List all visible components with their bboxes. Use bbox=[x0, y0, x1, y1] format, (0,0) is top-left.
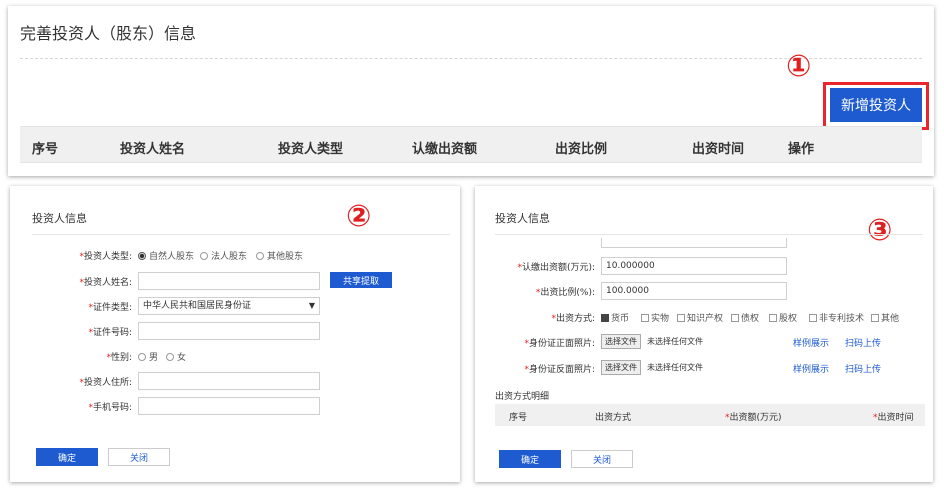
cert-type-row: *证件类型: 中华人民共和国居民身份证 ▼ bbox=[10, 297, 460, 315]
investor-name-input[interactable] bbox=[138, 272, 320, 290]
investor-form-panel-natural: 投资人信息 ② *投资人类型: 自然人股东 法人股东 其他股东 *投资人姓名: … bbox=[10, 186, 460, 482]
step-marker-3: ③ bbox=[867, 213, 893, 248]
phone-label: *手机号码: bbox=[88, 403, 132, 413]
column-header-time: 出资时间 bbox=[692, 142, 745, 157]
investor-name-label: *投资人姓名: bbox=[79, 278, 132, 288]
gender-label: *性别: bbox=[106, 353, 132, 363]
method-row: *出资方式: 货币 实物 知识产权 债权 股权 非专利技术 其他 bbox=[475, 308, 933, 326]
id-back-sample-link[interactable]: 样例展示 bbox=[793, 362, 829, 375]
radio-female[interactable]: 女 bbox=[166, 350, 186, 363]
investor-form-panel-contribution: 投资人信息 ③ *认缴出资额(万元): 10.000000 *出资比例(%): … bbox=[475, 186, 933, 482]
investor-name-row: *投资人姓名: 共享提取 bbox=[10, 272, 460, 290]
confirm-button[interactable]: 确定 bbox=[36, 448, 98, 466]
id-back-label: *身份证反面照片: bbox=[524, 365, 595, 375]
column-header-type: 投资人类型 bbox=[278, 142, 344, 157]
investor-type-row: *投资人类型: 自然人股东 法人股东 其他股东 bbox=[10, 246, 460, 264]
step-marker-2: ② bbox=[346, 199, 372, 234]
cert-number-row: *证件号码: bbox=[10, 322, 460, 340]
section-title: 投资人信息 bbox=[32, 212, 87, 225]
ratio-row: *出资比例(%): 100.0000 bbox=[475, 282, 933, 300]
page-title: 完善投资人（股东）信息 bbox=[20, 24, 197, 43]
cert-type-value: 中华人民共和国居民身份证 bbox=[143, 301, 252, 311]
step-marker-1: ① bbox=[786, 49, 812, 84]
id-front-file-button[interactable]: 选择文件 bbox=[601, 334, 641, 349]
column-header-ratio: 出资比例 bbox=[555, 142, 608, 157]
id-front-label: *身份证正面照片: bbox=[524, 339, 595, 349]
column-header-actions: 操作 bbox=[788, 142, 815, 157]
ratio-input[interactable]: 100.0000 bbox=[601, 282, 787, 300]
cert-number-label: *证件号码: bbox=[88, 328, 132, 338]
address-label: *投资人住所: bbox=[79, 378, 132, 388]
close-button[interactable]: 关闭 bbox=[571, 450, 633, 468]
checkbox-material[interactable]: 实物 bbox=[641, 311, 669, 324]
section-title: 投资人信息 bbox=[495, 212, 550, 225]
detail-table-header: 序号 出资方式 *出资额(万元) *出资时间 bbox=[495, 404, 925, 426]
ratio-label: *出资比例(%): bbox=[535, 288, 595, 298]
id-back-row: *身份证反面照片: 选择文件 未选择任何文件 样例展示 扫码上传 bbox=[475, 359, 933, 377]
radio-male[interactable]: 男 bbox=[138, 350, 158, 363]
checkbox-other[interactable]: 其他 bbox=[871, 311, 899, 324]
detail-column-method: 出资方式 bbox=[595, 413, 632, 423]
divider bbox=[495, 234, 923, 235]
checkbox-currency[interactable]: 货币 bbox=[601, 311, 629, 324]
address-row: *投资人住所: bbox=[10, 372, 460, 390]
checkbox-nonpatent[interactable]: 非专利技术 bbox=[809, 311, 864, 324]
cert-type-select[interactable]: 中华人民共和国居民身份证 ▼ bbox=[138, 297, 320, 315]
divider bbox=[32, 234, 450, 235]
id-back-file-button[interactable]: 选择文件 bbox=[601, 360, 641, 375]
phone-row: *手机号码: bbox=[10, 397, 460, 415]
subscribed-amount-row: *认缴出资额(万元): 10.000000 bbox=[475, 257, 933, 275]
column-header-amount: 认缴出资额 bbox=[412, 142, 478, 157]
radio-other-shareholder[interactable]: 其他股东 bbox=[256, 249, 303, 262]
column-header-name: 投资人姓名 bbox=[120, 142, 186, 157]
checkbox-ip[interactable]: 知识产权 bbox=[677, 311, 723, 324]
detail-column-time: *出资时间 bbox=[873, 413, 914, 423]
scrolled-input-edge bbox=[601, 238, 787, 248]
add-investor-button[interactable]: 新增投资人 bbox=[830, 88, 922, 122]
address-input[interactable] bbox=[138, 372, 320, 390]
column-header-index: 序号 bbox=[32, 142, 59, 157]
id-front-file-text: 未选择任何文件 bbox=[647, 337, 703, 346]
checkbox-debt[interactable]: 债权 bbox=[731, 311, 759, 324]
share-extract-button[interactable]: 共享提取 bbox=[330, 272, 392, 288]
id-front-row: *身份证正面照片: 选择文件 未选择任何文件 样例展示 扫码上传 bbox=[475, 333, 933, 351]
close-button[interactable]: 关闭 bbox=[108, 448, 170, 466]
detail-column-index: 序号 bbox=[509, 413, 528, 423]
dropdown-arrow-icon: ▼ bbox=[308, 301, 315, 310]
subscribed-amount-label: *认缴出资额(万元): bbox=[517, 263, 595, 273]
cert-type-label: *证件类型: bbox=[88, 303, 132, 313]
radio-natural-person[interactable]: 自然人股东 bbox=[138, 249, 194, 262]
id-front-scan-link[interactable]: 扫码上传 bbox=[845, 336, 881, 349]
detail-column-amount: *出资额(万元) bbox=[725, 413, 782, 423]
checkbox-equity[interactable]: 股权 bbox=[769, 311, 797, 324]
gender-row: *性别: 男 女 bbox=[10, 347, 460, 365]
phone-input[interactable] bbox=[138, 397, 320, 415]
cert-number-input[interactable] bbox=[138, 322, 320, 340]
method-label: *出资方式: bbox=[551, 314, 595, 324]
subscribed-amount-input[interactable]: 10.000000 bbox=[601, 257, 787, 275]
radio-legal-person[interactable]: 法人股东 bbox=[200, 249, 247, 262]
id-back-file-text: 未选择任何文件 bbox=[647, 363, 703, 372]
investor-type-label: *投资人类型: bbox=[79, 252, 132, 262]
investor-table-header: 序号 投资人姓名 投资人类型 认缴出资额 出资比例 出资时间 操作 bbox=[20, 126, 922, 163]
id-front-sample-link[interactable]: 样例展示 bbox=[793, 336, 829, 349]
investor-list-panel: 完善投资人（股东）信息 ① 新增投资人 序号 投资人姓名 投资人类型 认缴出资额… bbox=[8, 6, 934, 176]
id-back-scan-link[interactable]: 扫码上传 bbox=[845, 362, 881, 375]
detail-section-title: 出资方式明细 bbox=[495, 392, 550, 402]
confirm-button[interactable]: 确定 bbox=[499, 450, 561, 468]
